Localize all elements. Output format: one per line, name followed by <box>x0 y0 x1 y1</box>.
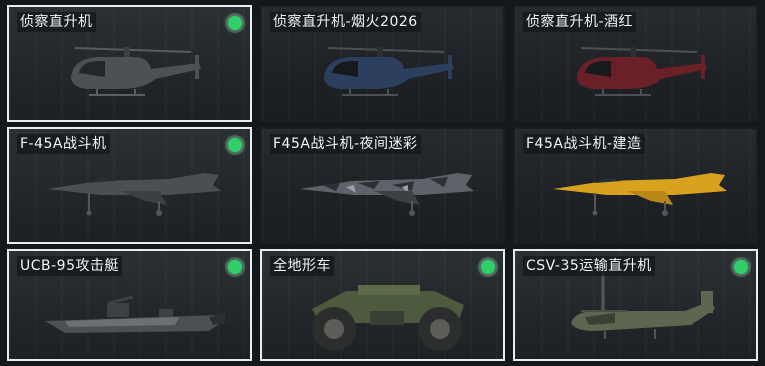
vehicle-name: UCB-95攻击艇 <box>17 256 122 276</box>
vehicle-name: 侦察直升机-烟火2026 <box>270 12 421 32</box>
vehicle-card-fighter-jet-night-camo[interactable]: F45A战斗机-夜间迷彩 <box>260 127 505 244</box>
vehicle-name: 全地形车 <box>270 256 334 276</box>
vehicle-card-fighter-jet-construction[interactable]: F45A战斗机-建造 <box>513 127 758 244</box>
vehicle-card-atv[interactable]: 全地形车 <box>260 249 505 361</box>
equipped-indicator-icon <box>734 260 748 274</box>
equipped-indicator-icon <box>228 138 242 152</box>
vehicle-name: 侦察直升机-酒红 <box>523 12 637 32</box>
vehicle-name: CSV-35运输直升机 <box>523 256 655 276</box>
vehicle-name: F45A战斗机-夜间迷彩 <box>270 134 421 154</box>
vehicle-card-scout-helicopter[interactable]: 侦察直升机 <box>7 5 252 122</box>
vehicle-card-scout-helicopter-fireworks[interactable]: 侦察直升机-烟火2026 <box>260 5 505 122</box>
vehicle-card-scout-helicopter-wine-red[interactable]: 侦察直升机-酒红 <box>513 5 758 122</box>
vehicle-skin-grid: 侦察直升机 侦察直升机-烟火2026 侦察直升机-酒红 F-45A战斗机 F45… <box>0 0 765 366</box>
vehicle-name: 侦察直升机 <box>17 12 96 32</box>
vehicle-card-fighter-jet[interactable]: F-45A战斗机 <box>7 127 252 244</box>
equipped-indicator-icon <box>481 260 495 274</box>
equipped-indicator-icon <box>228 260 242 274</box>
vehicle-card-attack-boat[interactable]: UCB-95攻击艇 <box>7 249 252 361</box>
vehicle-card-transport-tiltrotor[interactable]: CSV-35运输直升机 <box>513 249 758 361</box>
equipped-indicator-icon <box>228 16 242 30</box>
vehicle-name: F45A战斗机-建造 <box>523 134 645 154</box>
vehicle-name: F-45A战斗机 <box>17 134 110 154</box>
